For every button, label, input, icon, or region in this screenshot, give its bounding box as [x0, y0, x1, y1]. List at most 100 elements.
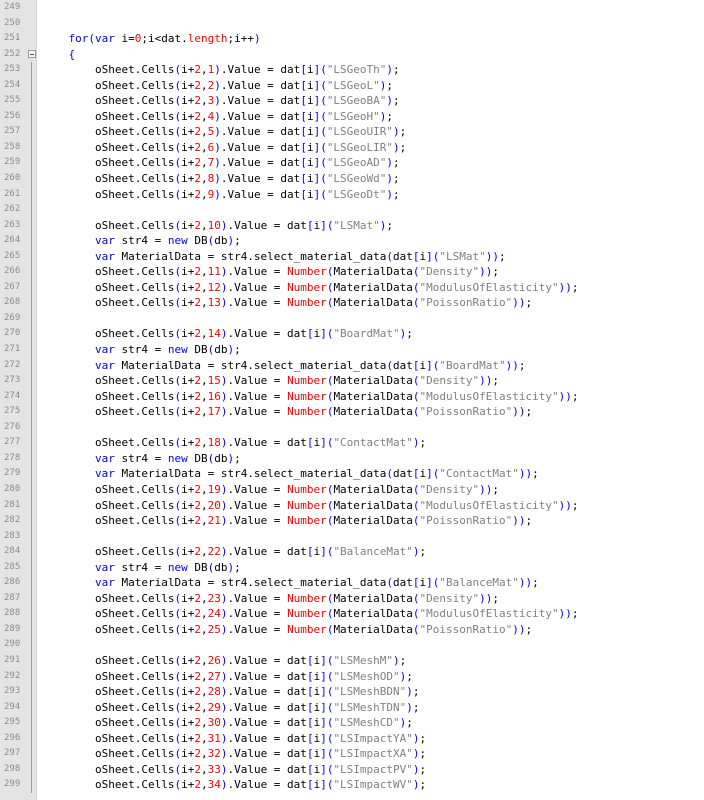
code-token: oSheet.Cells — [42, 140, 175, 154]
code-line[interactable]: 251 for(var i=0;i<dat.length;i++) — [0, 31, 704, 47]
code-line[interactable]: 283 — [0, 528, 704, 545]
code-line[interactable]: 254 oSheet.Cells(i+2,2).Value = dat[i]("… — [0, 77, 704, 94]
code-line[interactable]: 270 oSheet.Cells(i+2,14).Value = dat[i](… — [0, 326, 704, 343]
code-token: MaterialData — [333, 265, 413, 279]
code-line[interactable]: 290 — [0, 637, 704, 653]
code-line[interactable]: 275 oSheet.Cells(i+2,17).Value = Number(… — [0, 404, 704, 420]
code-token: [ — [306, 747, 314, 761]
code-token: )) — [512, 296, 526, 310]
code-token: ] — [320, 545, 327, 559]
code-token: oSheet.Cells — [42, 389, 175, 403]
code-line[interactable]: 273 oSheet.Cells(i+2,15).Value = Number(… — [0, 373, 704, 389]
code-line[interactable]: 298 oSheet.Cells(i+2,33).Value = dat[i](… — [0, 761, 704, 778]
code-token: , — [200, 778, 208, 792]
code-line[interactable]: 297 oSheet.Cells(i+2,32).Value = dat[i](… — [0, 746, 704, 762]
code-token: oSheet.Cells — [42, 607, 175, 621]
code-line[interactable]: 293 oSheet.Cells(i+2,28).Value = dat[i](… — [0, 684, 704, 700]
code-editor[interactable]: 249 250 251 for(var i=0;i<dat.length;i++) 2… — [0, 0, 704, 800]
code-line[interactable]: 260 oSheet.Cells(i+2,8).Value = dat[i]("… — [0, 171, 704, 187]
code-line[interactable]: 259 oSheet.Cells(i+2,7).Value = dat[i]("… — [0, 155, 704, 172]
code-line[interactable]: 253 oSheet.Cells(i+2,1).Value = dat[i]("… — [0, 62, 704, 78]
fold-toggle-icon[interactable] — [28, 49, 36, 58]
code-line[interactable]: 281 oSheet.Cells(i+2,20).Value = Number(… — [0, 497, 704, 514]
code-line[interactable]: 292 oSheet.Cells(i+2,27).Value = dat[i](… — [0, 668, 704, 685]
line-number: 249 — [4, 2, 21, 12]
code-token: ) — [214, 63, 221, 77]
code-line[interactable]: 272 var MaterialData = str4.select_mater… — [0, 357, 704, 374]
code-token: var — [94, 560, 115, 574]
code-line[interactable]: 261 oSheet.Cells(i+2,9).Value = dat[i]("… — [0, 186, 704, 203]
code-line[interactable]: 262 — [0, 202, 704, 218]
code-token: i+ — [181, 265, 195, 279]
code-line[interactable]: 287 oSheet.Cells(i+2,23).Value = Number(… — [0, 590, 704, 607]
code-line[interactable]: 267 oSheet.Cells(i+2,12).Value = Number(… — [0, 279, 704, 296]
code-token: 17 — [207, 405, 221, 419]
code-line[interactable]: 255 oSheet.Cells(i+2,3).Value = dat[i]("… — [0, 93, 704, 109]
code-line[interactable]: 284 oSheet.Cells(i+2,22).Value = dat[i](… — [0, 544, 704, 560]
code-token: 24 — [207, 607, 221, 621]
code-line[interactable]: 280 oSheet.Cells(i+2,19).Value = Number(… — [0, 481, 704, 498]
code-text: oSheet.Cells(i+2,25).Value = Number(Mate… — [42, 622, 532, 638]
code-line[interactable]: 289 oSheet.Cells(i+2,25).Value = Number(… — [0, 621, 704, 638]
code-line[interactable]: 299 oSheet.Cells(i+2,34).Value = dat[i](… — [0, 777, 704, 793]
code-line[interactable]: 250 — [0, 16, 704, 32]
code-token: , — [200, 172, 208, 186]
line-number: 288 — [4, 608, 21, 619]
code-line[interactable]: 277 oSheet.Cells(i+2,18).Value = dat[i](… — [0, 435, 704, 451]
code-line[interactable]: 264 var str4 = new DB(db); — [0, 233, 704, 249]
code-token: oSheet.Cells — [42, 716, 175, 730]
code-line[interactable]: 249 — [0, 0, 704, 16]
fold-guide-line — [31, 575, 32, 591]
code-line[interactable]: 278 var str4 = new DB(db); — [0, 450, 704, 467]
code-token: Number — [287, 280, 327, 294]
code-token: 33 — [207, 762, 221, 776]
line-number: 283 — [4, 530, 21, 541]
fold-guide-line — [31, 342, 32, 358]
code-line[interactable]: 269 — [0, 310, 704, 327]
code-line[interactable]: 268 oSheet.Cells(i+2,13).Value = Number(… — [0, 295, 704, 311]
code-token: .Value = dat — [227, 669, 307, 683]
code-line[interactable]: 295 oSheet.Cells(i+2,30).Value = dat[i](… — [0, 715, 704, 731]
code-line[interactable]: 279 var MaterialData = str4.select_mater… — [0, 466, 704, 482]
code-token: , — [200, 374, 208, 388]
code-line[interactable]: 294 oSheet.Cells(i+2,29).Value = dat[i](… — [0, 699, 704, 716]
line-number: 286 — [4, 577, 21, 588]
code-token: )) — [505, 358, 519, 372]
code-token: 31 — [207, 731, 221, 745]
code-token: 10 — [207, 218, 221, 232]
code-token: [ — [306, 716, 314, 730]
code-line[interactable]: 276 — [0, 419, 704, 436]
code-token: "Density" — [419, 591, 480, 605]
code-line[interactable]: 265 var MaterialData = str4.select_mater… — [0, 248, 704, 265]
code-text: oSheet.Cells(i+2,27).Value = dat[i]("LSM… — [42, 669, 413, 685]
code-line[interactable]: 296 oSheet.Cells(i+2,31).Value = dat[i](… — [0, 730, 704, 747]
code-line[interactable]: 274 oSheet.Cells(i+2,16).Value = Number(… — [0, 388, 704, 405]
code-line[interactable]: 252 { — [0, 47, 704, 63]
code-token: [ — [306, 436, 314, 450]
code-token: Number — [287, 498, 327, 512]
code-token: 2 — [194, 653, 201, 667]
code-token: i — [306, 140, 314, 154]
code-token: ; — [571, 389, 579, 403]
code-line[interactable]: 286 var MaterialData = str4.select_mater… — [0, 575, 704, 591]
code-token: "LSMeshM" — [333, 653, 394, 667]
code-token: 21 — [207, 514, 221, 528]
code-token: 14 — [207, 327, 221, 341]
code-token: ( — [412, 296, 420, 310]
line-number: 263 — [4, 219, 21, 230]
code-token: oSheet.Cells — [42, 653, 175, 667]
code-line[interactable]: 291 oSheet.Cells(i+2,26).Value = dat[i](… — [0, 652, 704, 669]
code-token: ; — [532, 576, 539, 590]
code-line[interactable]: 285 var str4 = new DB(db); — [0, 559, 704, 576]
code-line[interactable]: 288 oSheet.Cells(i+2,24).Value = Number(… — [0, 606, 704, 622]
code-line[interactable]: 266 oSheet.Cells(i+2,11).Value = Number(… — [0, 264, 704, 280]
code-line[interactable]: 256 oSheet.Cells(i+2,4).Value = dat[i]("… — [0, 108, 704, 125]
code-line[interactable]: 282 oSheet.Cells(i+2,21).Value = Number(… — [0, 513, 704, 529]
code-token: [ — [306, 327, 314, 341]
code-line[interactable]: 263 oSheet.Cells(i+2,10).Value = dat[i](… — [0, 217, 704, 234]
line-number: 292 — [4, 670, 21, 681]
code-line[interactable]: 258 oSheet.Cells(i+2,6).Value = dat[i]("… — [0, 139, 704, 156]
code-line[interactable]: 257 oSheet.Cells(i+2,5).Value = dat[i]("… — [0, 124, 704, 140]
code-token: , — [200, 78, 208, 92]
code-line[interactable]: 271 var str4 = new DB(db); — [0, 342, 704, 358]
